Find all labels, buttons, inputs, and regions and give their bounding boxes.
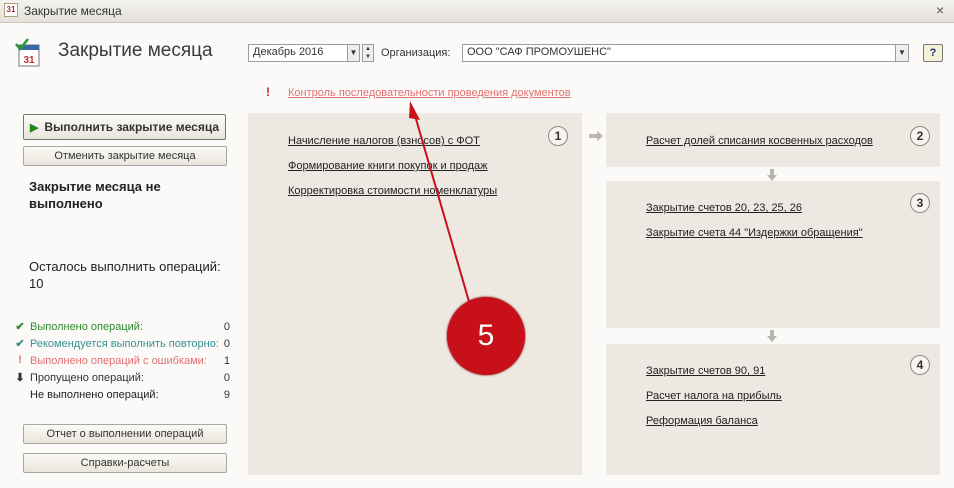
stat-count: 9 <box>223 389 230 401</box>
operations-report-button[interactable]: Отчет о выполнении операций <box>23 424 227 444</box>
error-icon: ! <box>18 354 22 366</box>
reference-calculations-button[interactable]: Справки-расчеты <box>23 453 227 473</box>
stage-number: 1 <box>548 126 568 146</box>
window-title: Закрытие месяца <box>24 4 122 18</box>
check-icon: ✔ <box>15 321 25 333</box>
stat-count: 0 <box>223 372 230 384</box>
stat-count: 0 <box>223 321 230 333</box>
stage-number: 2 <box>910 126 930 146</box>
stat-done: ✔ Выполнено операций: 0 <box>14 320 236 337</box>
play-icon: ▶ <box>29 122 39 134</box>
stat-count: 1 <box>223 355 230 367</box>
svg-text:31: 31 <box>23 55 35 66</box>
stat-errors: ! Выполнено операций с ошибками: 1 <box>14 354 236 371</box>
stage-2-panel: 2 Расчет долей списания косвенных расход… <box>606 113 940 167</box>
page-title: Закрытие месяца <box>58 40 213 61</box>
stat-label: Пропущено операций: <box>30 372 144 384</box>
arrow-down-icon <box>767 330 777 342</box>
stage-4-panel: 4 Закрытие счетов 90, 91 Расчет налога н… <box>606 344 940 475</box>
stat-repeat: ✔ Рекомендуется выполнить повторно: 0 <box>14 337 236 354</box>
stage-number: 4 <box>910 355 930 375</box>
stats-list: ✔ Выполнено операций: 0 ✔ Рекомендуется … <box>14 320 236 405</box>
status-heading: Закрытие месяца не выполнено <box>29 179 161 211</box>
arrow-right-icon <box>589 131 603 141</box>
stat-skipped: ⬇ Пропущено операций: 0 <box>14 371 236 388</box>
operation-link[interactable]: Начисление налогов (взносов) с ФОТ <box>288 135 480 147</box>
stat-not-done: Не выполнено операций: 9 <box>14 388 236 405</box>
remaining-operations: Осталось выполнить операций: 10 <box>29 259 221 291</box>
org-field[interactable]: ООО "САФ ПРОМОУШЕНС" <box>462 44 896 62</box>
error-mark-icon: ! <box>266 85 270 99</box>
org-dropdown-button[interactable]: ▼ <box>895 44 909 62</box>
org-label: Организация: <box>381 47 451 59</box>
sequence-control-link[interactable]: Контроль последовательности проведения д… <box>288 87 571 99</box>
operation-link[interactable]: Закрытие счета 44 "Издержки обращения" <box>646 227 863 239</box>
stat-count: 0 <box>223 338 230 350</box>
cancel-closing-button[interactable]: Отменить закрытие месяца <box>23 146 227 166</box>
window-titlebar: 31 Закрытие месяца × <box>0 0 954 23</box>
stage-1-panel: 1 Начисление налогов (взносов) с ФОТ Фор… <box>248 113 582 475</box>
operation-link[interactable]: Расчет долей списания косвенных расходов <box>646 135 873 147</box>
period-dropdown-button[interactable]: ▼ <box>347 44 360 62</box>
annotation-badge: 5 <box>447 297 525 375</box>
operation-link[interactable]: Расчет налога на прибыль <box>646 390 782 402</box>
stage-number: 3 <box>910 193 930 213</box>
stage-3-panel: 3 Закрытие счетов 20, 23, 25, 26 Закрыти… <box>606 181 940 328</box>
operation-link[interactable]: Формирование книги покупок и продаж <box>288 160 488 172</box>
run-closing-button[interactable]: ▶ Выполнить закрытие месяца <box>23 114 226 140</box>
operation-link[interactable]: Закрытие счетов 20, 23, 25, 26 <box>646 202 802 214</box>
stat-label: Выполнено операций с ошибками: <box>30 355 207 367</box>
period-spin-button[interactable]: ▲ ▼ <box>362 44 374 62</box>
period-field[interactable]: Декабрь 2016 <box>248 44 348 62</box>
arrow-down-icon <box>767 169 777 181</box>
stat-label: Выполнено операций: <box>30 321 144 333</box>
stat-label: Рекомендуется выполнить повторно: <box>30 338 219 350</box>
check-icon: ✔ <box>15 338 25 350</box>
help-button[interactable]: ? <box>923 44 943 62</box>
operation-link[interactable]: Корректировка стоимости номенклатуры <box>288 185 497 197</box>
run-closing-label: Выполнить закрытие месяца <box>44 120 220 134</box>
close-icon[interactable]: × <box>936 2 944 18</box>
calendar-app-icon: 31 <box>4 3 18 17</box>
calendar-check-icon: 31 <box>15 38 40 67</box>
operation-link[interactable]: Закрытие счетов 90, 91 <box>646 365 765 377</box>
operation-link[interactable]: Реформация баланса <box>646 415 758 427</box>
stat-label: Не выполнено операций: <box>30 389 159 401</box>
arrow-down-icon: ⬇ <box>15 372 25 384</box>
